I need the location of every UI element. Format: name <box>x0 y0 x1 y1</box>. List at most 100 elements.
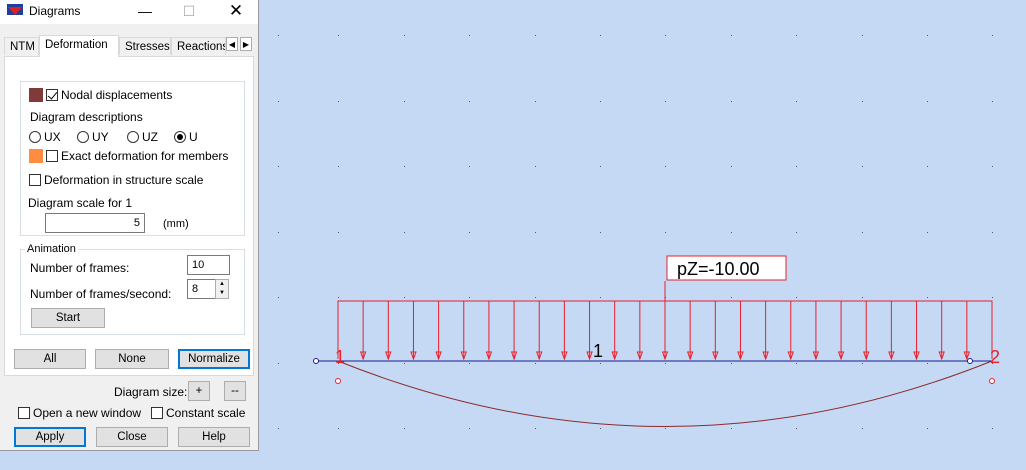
radio-uy-label: UY <box>92 130 109 144</box>
grid-dot <box>600 428 601 429</box>
frames-input[interactable]: 10 <box>187 255 230 275</box>
grid-dot <box>927 297 928 298</box>
node-marker-left-end[interactable] <box>313 358 319 364</box>
grid-dot <box>404 363 405 364</box>
deformation-panel: Nodal displacements Diagram descriptions… <box>4 56 254 376</box>
grid-dot <box>278 232 279 233</box>
grid-dot <box>796 166 797 167</box>
app-icon <box>7 4 23 18</box>
constant-scale-label: Constant scale <box>166 406 246 420</box>
radio-ux[interactable] <box>29 131 41 143</box>
nodal-displacements-color-swatch[interactable] <box>29 88 43 102</box>
normalize-button[interactable]: Normalize <box>178 349 250 369</box>
diagram-scale-input[interactable]: 5 <box>45 213 145 233</box>
grid-dot <box>796 428 797 429</box>
tab-stresses[interactable]: Stresses <box>119 37 171 55</box>
diagram-scale-unit: (mm) <box>163 218 189 230</box>
tab-deformation[interactable]: Deformation <box>39 35 119 57</box>
nodal-displacements-label: Nodal displacements <box>61 88 173 102</box>
diagram-size-plus-button[interactable]: + <box>188 381 210 401</box>
grid-dot <box>731 166 732 167</box>
minimize-icon[interactable]: — <box>130 1 160 23</box>
grid-dot <box>535 363 536 364</box>
member-number-label: 1 <box>593 341 603 361</box>
radio-uy[interactable] <box>77 131 89 143</box>
exact-deformation-color-swatch[interactable] <box>29 149 43 163</box>
title-bar[interactable]: Diagrams — ☐ ✕ <box>0 0 258 24</box>
radio-uz[interactable] <box>127 131 139 143</box>
grid-dot <box>535 428 536 429</box>
diagrams-dialog: Diagrams — ☐ ✕ NTM Deformation Stresses … <box>0 0 259 451</box>
fps-input[interactable]: 8 <box>187 279 216 299</box>
constant-scale-checkbox[interactable] <box>151 407 163 419</box>
grid-dot <box>927 101 928 102</box>
node-label-1: 1 <box>335 347 345 367</box>
tab-scroll-left-icon[interactable]: ◀ <box>226 37 238 51</box>
nodal-displacements-checkbox[interactable] <box>46 89 58 101</box>
fps-label: Number of frames/second: <box>30 287 172 301</box>
grid-dot <box>469 363 470 364</box>
grid-dot <box>278 166 279 167</box>
maximize-icon[interactable]: ☐ <box>174 1 204 23</box>
grid-dot <box>278 101 279 102</box>
grid-dot <box>278 297 279 298</box>
grid-dot <box>796 232 797 233</box>
all-button[interactable]: All <box>14 349 86 369</box>
grid-dot <box>404 297 405 298</box>
exact-deformation-checkbox[interactable] <box>46 150 58 162</box>
frames-label: Number of frames: <box>30 261 130 275</box>
structure-scale-checkbox[interactable] <box>29 174 41 186</box>
distributed-load[interactable] <box>337 300 993 361</box>
node-marker-right[interactable] <box>967 358 973 364</box>
grid-dot <box>469 35 470 36</box>
grid-dot <box>862 166 863 167</box>
node-marker-2[interactable] <box>989 378 995 384</box>
grid-dot <box>338 232 339 233</box>
grid-dot <box>796 363 797 364</box>
tab-ntm[interactable]: NTM <box>4 37 39 55</box>
grid-dot <box>600 363 601 364</box>
grid-dot <box>731 363 732 364</box>
grid-dot <box>469 428 470 429</box>
load-label: pZ=-10.00 <box>677 259 760 279</box>
grid-dot <box>665 35 666 36</box>
grid-dot <box>862 363 863 364</box>
tab-scroll-right-icon[interactable]: ▶ <box>240 37 252 51</box>
radio-u[interactable] <box>174 131 186 143</box>
node-marker-1[interactable] <box>335 378 341 384</box>
grid-dot <box>862 297 863 298</box>
grid-dot <box>469 232 470 233</box>
grid-dot <box>796 297 797 298</box>
diagram-size-minus-button[interactable]: -- <box>224 381 246 401</box>
grid-dot <box>600 101 601 102</box>
grid-dot <box>992 101 993 102</box>
tab-reactions[interactable]: Reactions <box>171 37 226 55</box>
grid-dot <box>927 166 928 167</box>
grid-dot <box>469 101 470 102</box>
spin-down-icon[interactable]: ▼ <box>216 289 228 298</box>
start-button[interactable]: Start <box>31 308 105 328</box>
apply-button[interactable]: Apply <box>14 427 86 447</box>
grid-dot <box>862 428 863 429</box>
grid-dot <box>404 232 405 233</box>
grid-dot <box>404 428 405 429</box>
structure-scale-label: Deformation in structure scale <box>44 173 204 187</box>
grid-dot <box>535 35 536 36</box>
grid-dot <box>927 428 928 429</box>
grid-dot <box>927 363 928 364</box>
grid-dot <box>404 101 405 102</box>
fps-spinner[interactable]: ▲ ▼ <box>215 279 229 299</box>
grid-dot <box>338 428 339 429</box>
grid-dot <box>862 35 863 36</box>
grid-dot <box>992 297 993 298</box>
spin-up-icon[interactable]: ▲ <box>216 280 228 289</box>
help-button[interactable]: Help <box>178 427 250 447</box>
window-title: Diagrams <box>29 4 81 18</box>
none-button[interactable]: None <box>95 349 169 369</box>
close-button[interactable]: Close <box>96 427 168 447</box>
grid-dot <box>665 166 666 167</box>
tab-strip: NTM Deformation Stresses Reactions ◀ ▶ <box>2 35 257 57</box>
open-new-window-checkbox[interactable] <box>18 407 30 419</box>
close-icon[interactable]: ✕ <box>221 1 251 23</box>
grid-dot <box>535 297 536 298</box>
